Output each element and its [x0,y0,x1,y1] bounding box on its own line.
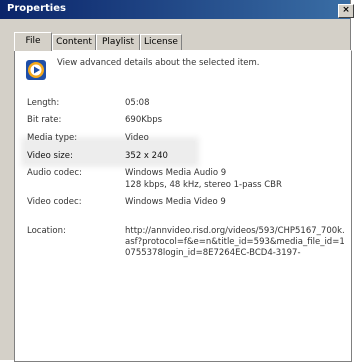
tab-license[interactable]: License [140,34,182,50]
bit-rate-label: Bit rate: [27,115,62,125]
audio-codec-value: Windows Media Audio 9 [125,168,227,178]
window-title: Properties [7,3,66,14]
video-codec-label: Video codec: [27,197,82,207]
windows-media-file-icon [26,60,46,80]
location-label: Location: [27,226,66,236]
video-size-value: 352 x 240 [125,151,168,161]
title-bar[interactable]: Properties × [0,0,354,19]
length-value: 05:08 [125,98,150,108]
tab-content[interactable]: Content [52,34,96,50]
file-tab-panel: View advanced details about the selected… [14,50,352,362]
tab-playlist[interactable]: Playlist [96,34,140,50]
audio-codec-details: 128 kbps, 48 kHz, stereo 1-pass CBR [125,180,282,190]
bit-rate-value: 690Kbps [125,115,163,125]
audio-codec-label: Audio codec: [27,168,82,178]
tab-file[interactable]: File [14,32,52,51]
video-codec-value: Windows Media Video 9 [125,197,226,207]
properties-dialog: Properties × File Content Playlist Licen… [0,0,354,362]
location-value[interactable]: http://annvideo.risd.org/videos/593/CHP5… [125,226,347,259]
video-size-label: Video size: [27,151,73,161]
close-button[interactable]: × [338,4,354,18]
description-text: View advanced details about the selected… [57,58,260,68]
length-label: Length: [27,98,60,108]
media-type-value: Video [125,133,149,143]
media-type-label: Media type: [27,133,78,143]
